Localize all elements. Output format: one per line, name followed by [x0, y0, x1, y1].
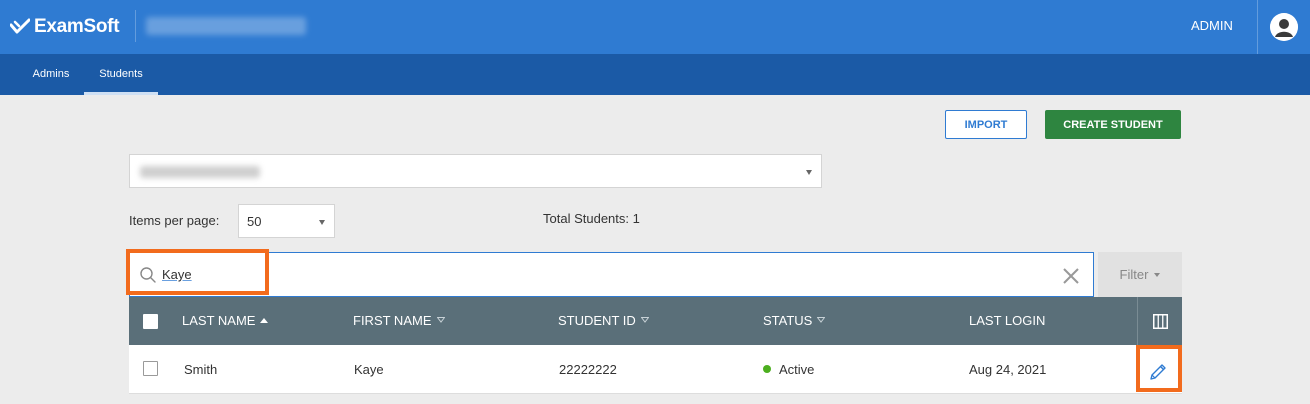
close-x-icon[interactable]: [1061, 266, 1081, 286]
department-name-redacted: [140, 166, 260, 178]
pencil-edit-icon[interactable]: [1148, 362, 1168, 382]
column-header-student-id[interactable]: STUDENT ID: [558, 297, 649, 345]
top-header: ExamSoft ADMIN: [0, 0, 1310, 54]
sort-down-icon: [640, 317, 649, 323]
items-per-page-value: 50: [247, 214, 262, 229]
column-label: FIRST NAME: [353, 313, 432, 328]
examsoft-logo[interactable]: ExamSoft: [10, 14, 120, 40]
select-all-checkbox[interactable]: [143, 314, 158, 329]
column-label: LAST NAME: [182, 313, 256, 328]
chevron-down-icon: [806, 170, 812, 175]
table-row[interactable]: Smith Kaye 22222222 Active Aug 24, 2021: [129, 345, 1182, 394]
cell-last-login: Aug 24, 2021: [969, 362, 1047, 377]
filter-button[interactable]: Filter: [1098, 252, 1182, 297]
examsoft-check-logo-icon: [10, 18, 30, 34]
sort-down-icon: [817, 317, 826, 323]
column-header-last-login[interactable]: LAST LOGIN: [969, 297, 1045, 345]
tab-students[interactable]: Students: [84, 54, 158, 95]
column-header-first-name[interactable]: FIRST NAME: [353, 297, 445, 345]
cell-first-name: Kaye: [354, 362, 384, 377]
user-avatar-icon[interactable]: [1270, 13, 1298, 41]
search-query-text: Kaye: [162, 267, 192, 282]
header-divider-right: [1257, 0, 1258, 54]
total-students-count: Total Students: 1: [543, 211, 640, 226]
column-label: STUDENT ID: [558, 313, 636, 328]
logo-text: ExamSoft: [34, 16, 120, 37]
column-header-status[interactable]: STATUS: [763, 297, 826, 345]
search-icon: [140, 267, 156, 283]
user-role-label[interactable]: ADMIN: [1191, 18, 1233, 33]
cell-status: Active: [763, 345, 814, 394]
items-per-page-label: Items per page:: [129, 213, 220, 228]
sub-navigation: Admins Students: [0, 54, 1310, 95]
import-button[interactable]: IMPORT: [945, 110, 1027, 139]
header-divider: [135, 10, 136, 42]
chevron-down-icon: [319, 220, 325, 225]
status-text: Active: [779, 362, 815, 377]
table-header: LAST NAME FIRST NAME STUDENT ID STATUS L…: [129, 297, 1182, 345]
column-header-last-name[interactable]: LAST NAME: [182, 297, 269, 345]
chevron-down-icon: [1154, 273, 1161, 277]
column-label: STATUS: [763, 313, 813, 328]
create-student-button[interactable]: CREATE STUDENT: [1045, 110, 1181, 139]
search-input[interactable]: Kaye: [129, 252, 1094, 297]
column-picker-button[interactable]: [1137, 297, 1182, 345]
filter-label: Filter: [1119, 267, 1149, 282]
tab-admins[interactable]: Admins: [18, 54, 84, 95]
institution-name-redacted: [146, 17, 306, 35]
columns-icon: [1153, 314, 1168, 329]
sort-down-icon: [436, 317, 445, 323]
row-checkbox[interactable]: [143, 361, 158, 376]
cell-last-name: Smith: [184, 362, 218, 377]
sort-ascending-icon: [260, 318, 269, 323]
items-per-page-select[interactable]: 50: [238, 204, 335, 238]
status-active-dot-icon: [763, 365, 771, 373]
column-label: LAST LOGIN: [969, 313, 1046, 328]
department-select[interactable]: [129, 154, 822, 188]
cell-student-id: 22222222: [559, 362, 617, 377]
